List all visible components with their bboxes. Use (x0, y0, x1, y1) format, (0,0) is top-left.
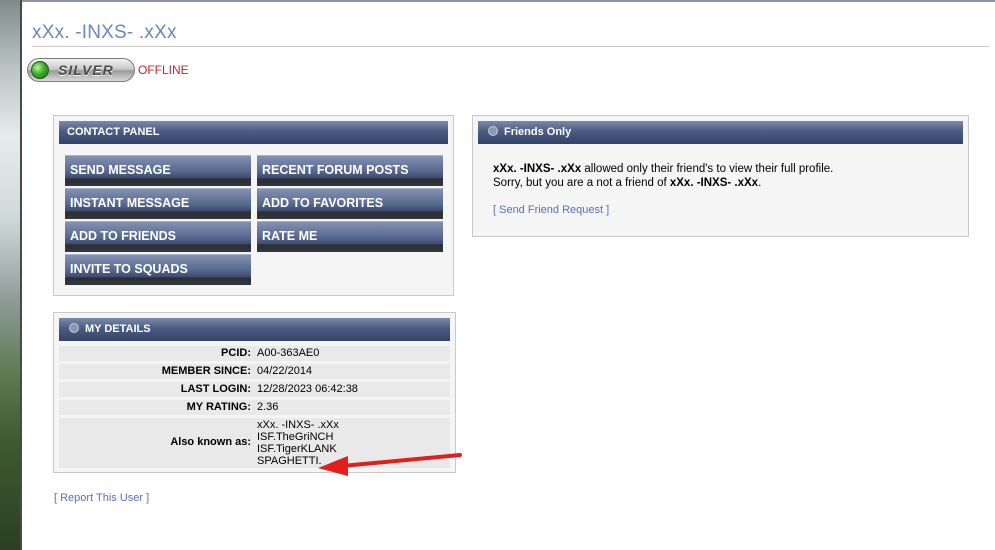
invite-to-squads-button[interactable]: INVITE TO SQUADS (65, 254, 251, 285)
friends-only-header: Friends Only (478, 121, 963, 144)
profile-username: xXx. -INXS- .xXx (32, 22, 177, 43)
aka-name: xXx. -INXS- .xXx (257, 419, 339, 431)
my-details-title: MY DETAILS (85, 323, 151, 335)
recent-forum-posts-button[interactable]: RECENT FORUM POSTS (257, 155, 443, 186)
friends-only-panel: Friends Only xXx. -INXS- .xXx allowed on… (472, 115, 969, 237)
badge-label: SILVER (58, 62, 114, 78)
send-message-button[interactable]: SEND MESSAGE (65, 155, 251, 186)
detail-row-last-login: LAST LOGIN: 12/28/2023 06:42:38 (59, 382, 450, 397)
message-text: allowed only their friend's to view thei… (581, 163, 834, 175)
detail-value: A00-363AE0 (257, 347, 320, 359)
bullet-icon (488, 126, 498, 136)
detail-value: 2.36 (257, 401, 279, 413)
report-user-link[interactable]: [ Report This User ] (54, 492, 149, 504)
detail-value: 04/22/2014 (257, 365, 313, 377)
detail-label: LAST LOGIN: (180, 383, 251, 395)
detail-label: PCID: (221, 347, 251, 359)
friends-only-title: Friends Only (504, 126, 572, 138)
bullet-icon (69, 323, 79, 333)
background-decoration-strip (0, 0, 22, 550)
detail-label: MEMBER SINCE: (161, 365, 251, 377)
send-friend-request-link[interactable]: [ Send Friend Request ] (493, 204, 609, 216)
friends-only-message: xXx. -INXS- .xXx allowed only their frie… (493, 162, 833, 190)
my-details-header: MY DETAILS (59, 318, 450, 341)
message-text: Sorry, but you are a not a friend of (493, 177, 670, 189)
instant-message-button[interactable]: INSTANT MESSAGE (65, 188, 251, 219)
contact-panel-header: CONTACT PANEL (59, 121, 448, 144)
add-to-favorites-button[interactable]: ADD TO FAVORITES (257, 188, 443, 219)
rate-me-button[interactable]: RATE ME (257, 221, 443, 252)
detail-row-pcid: PCID: A00-363AE0 (59, 346, 450, 361)
membership-badge: SILVER (27, 58, 135, 82)
message-text: . (758, 177, 762, 189)
contact-panel: CONTACT PANEL SEND MESSAGE RECENT FORUM … (53, 115, 454, 296)
detail-row-member-since: MEMBER SINCE: 04/22/2014 (59, 364, 450, 379)
aka-name: ISF.TheGriNCH (257, 431, 334, 443)
detail-row-my-rating: MY RATING: 2.36 (59, 400, 450, 415)
profile-name: xXx. -INXS- .xXx (493, 163, 582, 175)
add-to-friends-button[interactable]: ADD TO FRIENDS (65, 221, 251, 252)
profile-name: xXx. -INXS- .xXx (669, 177, 759, 189)
top-border (22, 0, 995, 2)
title-divider (32, 46, 989, 47)
globe-icon (31, 61, 49, 79)
online-status: OFFLINE (138, 63, 189, 77)
detail-value: 12/28/2023 06:42:38 (257, 383, 358, 395)
annotation-arrow-icon (318, 453, 462, 476)
detail-label: MY RATING: (186, 401, 251, 413)
detail-label: Also known as: (170, 436, 251, 448)
